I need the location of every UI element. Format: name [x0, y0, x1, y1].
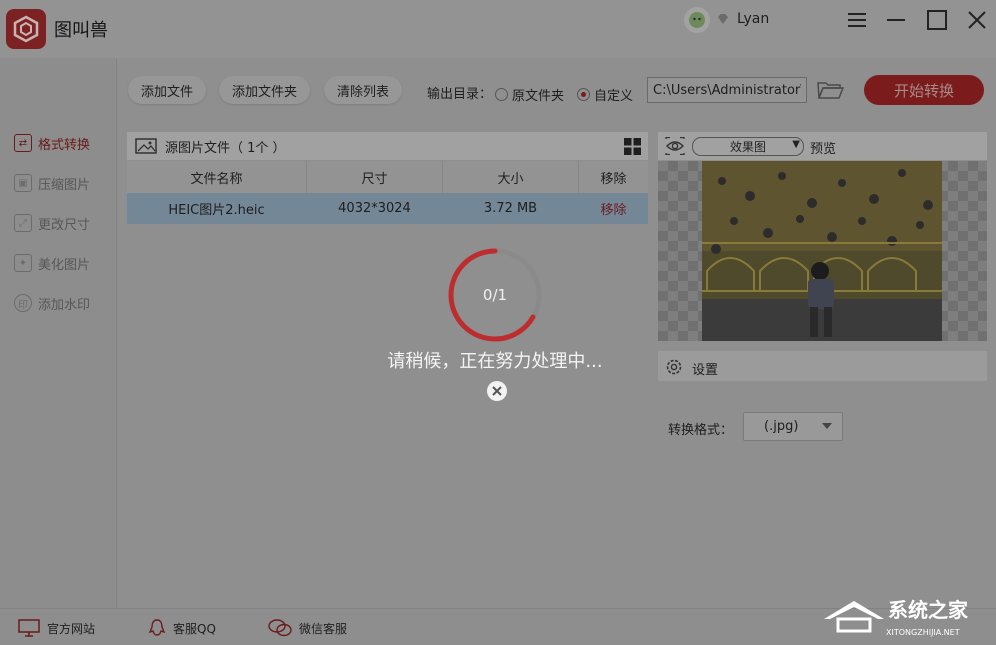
column-header-remove: 移除: [579, 161, 648, 193]
file-size-cell: 3.72 MB: [443, 193, 578, 224]
beautify-icon: ✦: [14, 254, 32, 272]
output-path-input[interactable]: [647, 77, 807, 103]
sidebar-item-label: 压缩图片: [38, 174, 90, 193]
image-icon: [135, 138, 157, 154]
official-website-link[interactable]: 官方网站: [18, 619, 95, 637]
format-value: (.jpg): [764, 419, 798, 434]
radio-original-folder[interactable]: 原文件夹: [495, 85, 564, 104]
open-folder-icon[interactable]: [816, 79, 844, 101]
preview-label: 预览: [810, 138, 836, 157]
radio-circle-selected[interactable]: [577, 88, 590, 101]
qq-penguin-icon: [148, 619, 166, 637]
sidebar-item-resize[interactable]: ⤢ 更改尺寸: [14, 212, 110, 234]
wechat-icon: [268, 619, 292, 637]
sidebar-item-label: 美化图片: [38, 254, 90, 273]
source-panel-header: 源图片文件（ 1个 ）: [127, 132, 648, 160]
table-row[interactable]: HEIC图片2.heic 4032*3024 3.72 MB 移除: [127, 193, 648, 224]
radio-label: 自定义: [594, 85, 633, 104]
svg-text:系统之家: 系统之家: [888, 598, 969, 622]
watermark-stamp-icon: 印: [14, 294, 32, 312]
radio-label: 原文件夹: [512, 85, 564, 104]
support-qq-link[interactable]: 客服QQ: [148, 619, 216, 637]
preview-photo-illustration: [702, 161, 942, 341]
preview-photo: [702, 161, 942, 341]
format-label: 转换格式：: [668, 419, 733, 438]
column-header-size[interactable]: 大小: [443, 161, 579, 193]
cancel-close-icon[interactable]: [487, 381, 507, 401]
radio-custom-folder[interactable]: 自定义: [577, 85, 633, 104]
loading-message: 请稍候，正在努力处理中...: [310, 347, 680, 373]
radio-circle[interactable]: [495, 88, 508, 101]
swap-arrows-icon: ⇄: [14, 134, 32, 152]
output-dir-label: 输出目录：: [427, 83, 492, 102]
monitor-icon: [18, 619, 40, 637]
footer-link-label: 客服QQ: [173, 620, 216, 637]
file-table-header: 文件名称 尺寸 大小 移除: [127, 161, 648, 193]
sidebar-item-compress[interactable]: ▣ 压缩图片: [14, 172, 110, 194]
preview-mode-select[interactable]: 效果图 ▼: [692, 137, 804, 156]
maximize-icon[interactable]: [925, 8, 949, 32]
add-file-button[interactable]: 添加文件: [128, 76, 206, 104]
footer-link-label: 微信客服: [299, 620, 347, 637]
sidebar-item-format-convert[interactable]: ⇄ 格式转换: [14, 132, 110, 154]
resize-icon: ⤢: [14, 214, 32, 232]
grid-view-icon[interactable]: [624, 138, 641, 155]
sidebar-item-label: 更改尺寸: [38, 214, 90, 233]
chevron-down-icon[interactable]: [822, 423, 832, 429]
column-header-name[interactable]: 文件名称: [127, 161, 307, 193]
app-logo-icon: [11, 14, 41, 44]
start-convert-button[interactable]: 开始转换: [864, 75, 984, 105]
file-dimensions-cell: 4032*3024: [307, 193, 442, 224]
menu-icon[interactable]: [845, 8, 869, 32]
eye-icon[interactable]: [665, 137, 685, 155]
add-folder-button[interactable]: 添加文件夹: [219, 76, 310, 104]
wechat-avatar-icon: [688, 11, 706, 29]
user-avatar[interactable]: [684, 7, 710, 33]
svg-text:XITONGZHIJIA.NET: XITONGZHIJIA.NET: [886, 628, 960, 637]
source-panel-title: 源图片文件（ 1个 ）: [165, 137, 286, 156]
progress-count: 0/1: [445, 286, 545, 304]
close-icon[interactable]: [965, 8, 989, 32]
minimize-icon[interactable]: [884, 8, 908, 32]
sidebar-item-label: 添加水印: [38, 294, 90, 313]
clear-list-button[interactable]: 清除列表: [324, 76, 402, 104]
site-watermark-logo: 系统之家 XITONGZHIJIA.NET: [820, 585, 996, 644]
file-name-cell: HEIC图片2.heic: [127, 193, 306, 224]
vip-diamond-icon: [716, 12, 730, 26]
compress-icon: ▣: [14, 174, 32, 192]
preview-mode-value: 效果图: [730, 138, 766, 155]
sidebar-item-beautify[interactable]: ✦ 美化图片: [14, 252, 110, 274]
footer-link-label: 官方网站: [47, 620, 95, 637]
column-header-dimensions[interactable]: 尺寸: [307, 161, 443, 193]
remove-file-link[interactable]: 移除: [579, 193, 648, 224]
user-name[interactable]: Lyan: [737, 11, 769, 27]
sidebar-item-watermark[interactable]: 印 添加水印: [14, 292, 110, 314]
app-title: 图叫兽: [54, 16, 108, 42]
settings-title: 设置: [692, 359, 718, 378]
chevron-down-icon: ▼: [792, 139, 800, 150]
wechat-support-link[interactable]: 微信客服: [268, 619, 347, 637]
sidebar-item-label: 格式转换: [38, 134, 90, 153]
app-logo: [6, 9, 46, 49]
